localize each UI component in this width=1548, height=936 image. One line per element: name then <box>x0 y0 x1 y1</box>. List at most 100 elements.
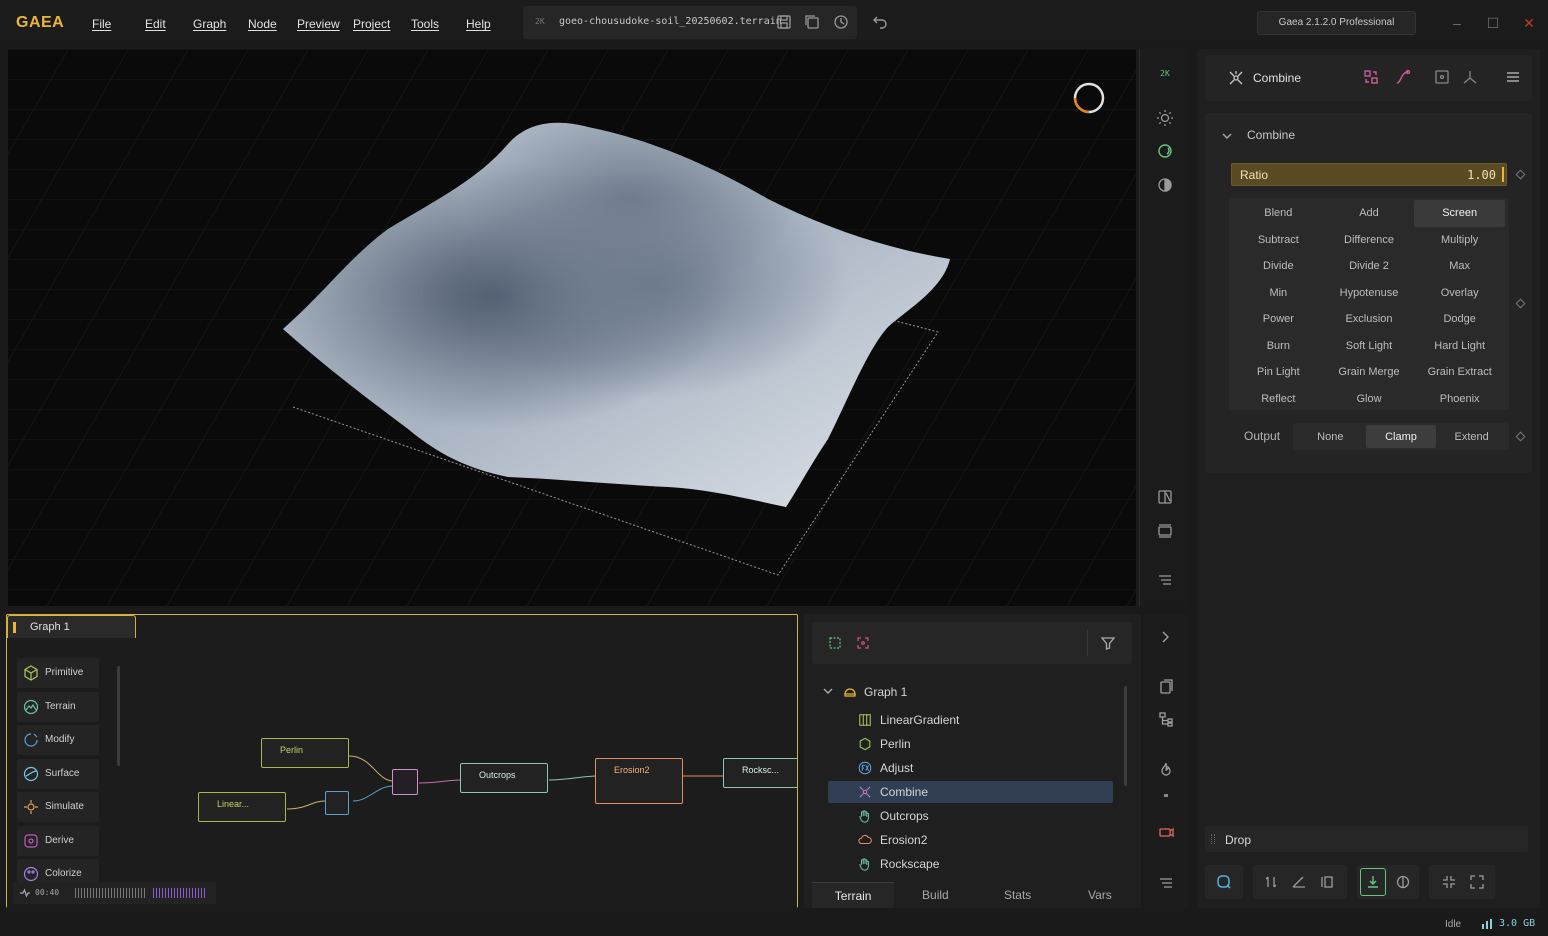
menu-tools[interactable]: Tools <box>411 17 439 31</box>
angle-icon[interactable] <box>1291 874 1307 890</box>
blend-mode-hypotenuse[interactable]: Hypotenuse <box>1324 280 1415 307</box>
blend-mode-glow[interactable]: Glow <box>1324 386 1415 413</box>
graph-node-combine[interactable] <box>392 769 418 795</box>
flip-icon[interactable] <box>1263 874 1279 890</box>
menu-preview[interactable]: Preview <box>297 17 340 31</box>
close-button[interactable]: ✕ <box>1519 13 1539 33</box>
blend-mode-dodge[interactable]: Dodge <box>1414 306 1505 333</box>
keyframe-diamond-icon[interactable] <box>1515 169 1526 180</box>
hamburger-icon[interactable] <box>1505 69 1521 85</box>
tree-item-perlin[interactable]: Perlin <box>828 733 1113 755</box>
graph-node-rockscape[interactable]: Rocksc... <box>723 758 797 788</box>
minimize-button[interactable]: – <box>1447 13 1467 33</box>
blend-mode-max[interactable]: Max <box>1414 253 1505 280</box>
blend-mode-subtract[interactable]: Subtract <box>1233 227 1324 254</box>
columns-icon[interactable] <box>1319 874 1335 890</box>
graph-canvas[interactable]: Primitive Terrain Modify Surface Simulate Der… <box>7 638 797 908</box>
blend-mode-grain-merge[interactable]: Grain Merge <box>1324 359 1415 386</box>
curve-icon[interactable] <box>1395 69 1411 85</box>
menu-edit[interactable]: Edit <box>145 17 166 31</box>
deselect-icon[interactable] <box>856 636 870 650</box>
blend-mode-overlay[interactable]: Overlay <box>1414 280 1505 307</box>
blend-mode-blend[interactable]: Blend <box>1233 200 1324 227</box>
sun-icon[interactable] <box>1156 109 1174 127</box>
undo-icon[interactable] <box>872 14 888 30</box>
tab-stats[interactable]: Stats <box>977 882 1059 908</box>
graph-node-erosion[interactable]: Erosion2 <box>595 758 683 804</box>
blend-mode-difference[interactable]: Difference <box>1324 227 1415 254</box>
export-icon[interactable] <box>1365 874 1381 890</box>
blend-mode-hard-light[interactable]: Hard Light <box>1414 333 1505 360</box>
menu-file[interactable]: File <box>92 17 111 31</box>
section-title[interactable]: Combine <box>1247 128 1295 142</box>
drag-handle-icon[interactable] <box>1211 834 1215 844</box>
menu-node[interactable]: Node <box>248 17 277 31</box>
tree-item-combine[interactable]: Combine <box>828 781 1113 803</box>
keyframe-diamond-icon[interactable] <box>1515 298 1526 309</box>
bookmark-icon[interactable] <box>1158 679 1174 695</box>
blend-mode-screen[interactable]: Screen <box>1414 200 1505 227</box>
terrain-preview[interactable] <box>8 49 1136 606</box>
swap-icon[interactable] <box>1363 69 1379 85</box>
history-icon[interactable] <box>833 14 849 30</box>
chevron-down-icon[interactable] <box>822 686 834 696</box>
blend-mode-min[interactable]: Min <box>1233 280 1324 307</box>
tab-graph-1[interactable]: Graph 1 <box>7 615 136 638</box>
shading-icon[interactable] <box>1156 176 1174 194</box>
tree-structure-icon[interactable] <box>1158 711 1174 727</box>
output-option-clamp[interactable]: Clamp <box>1365 425 1437 448</box>
blend-mode-divide[interactable]: Divide <box>1233 253 1324 280</box>
menu-graph[interactable]: Graph <box>193 17 226 31</box>
select-icon[interactable] <box>828 636 842 650</box>
outliner-scrollbar[interactable] <box>1124 686 1127 786</box>
save-copy-icon[interactable] <box>804 14 820 30</box>
preview-node-icon[interactable] <box>1434 69 1450 85</box>
blend-mode-phoenix[interactable]: Phoenix <box>1414 386 1505 413</box>
camera-icon[interactable] <box>1158 824 1174 840</box>
chevron-down-icon[interactable] <box>1221 131 1233 141</box>
tree-item-outcrops[interactable]: Outcrops <box>828 805 1113 827</box>
menu-project[interactable]: Project <box>353 17 390 31</box>
tree-item-rockscape[interactable]: Rockscape <box>828 853 1113 875</box>
blend-mode-soft-light[interactable]: Soft Light <box>1324 333 1415 360</box>
render-icon[interactable] <box>1156 142 1174 160</box>
maximize-button[interactable]: ☐ <box>1483 13 1503 33</box>
tree-root-label[interactable]: Graph 1 <box>864 685 907 699</box>
tree-item-lineargradient[interactable]: LinearGradient <box>828 709 1113 731</box>
resolution-badge[interactable]: 2K <box>1154 69 1176 78</box>
collapse-icon[interactable] <box>1441 874 1457 890</box>
graph-node-adjust[interactable] <box>325 791 349 815</box>
blend-mode-reflect[interactable]: Reflect <box>1233 386 1324 413</box>
axis-icon[interactable] <box>1462 69 1478 85</box>
keyframe-diamond-icon[interactable] <box>1515 431 1526 442</box>
blend-mode-exclusion[interactable]: Exclusion <box>1324 306 1415 333</box>
ratio-slider[interactable]: Ratio 1.00 <box>1231 163 1507 186</box>
version-badge[interactable]: Gaea 2.1.2.0 Professional <box>1257 11 1416 35</box>
tab-build[interactable]: Build <box>894 882 976 908</box>
tab-terrain[interactable]: Terrain <box>812 882 895 908</box>
blend-mode-burn[interactable]: Burn <box>1233 333 1324 360</box>
graph-node-linear-gradient[interactable]: Linear... <box>198 792 286 822</box>
output-option-extend[interactable]: Extend <box>1436 425 1507 448</box>
drop-bar[interactable]: Drop <box>1205 826 1528 852</box>
tree-item-adjust[interactable]: Adjust <box>828 757 1113 779</box>
save-icon[interactable] <box>776 14 792 30</box>
tab-vars[interactable]: Vars <box>1059 882 1141 908</box>
output-option-none[interactable]: None <box>1295 425 1366 448</box>
blend-mode-divide-2[interactable]: Divide 2 <box>1324 253 1415 280</box>
blend-mode-multiply[interactable]: Multiply <box>1414 227 1505 254</box>
graph-node-perlin[interactable]: Perlin <box>261 738 349 768</box>
blend-mode-add[interactable]: Add <box>1324 200 1415 227</box>
blend-mode-power[interactable]: Power <box>1233 306 1324 333</box>
expand-icon[interactable] <box>1469 874 1485 890</box>
split-view-icon[interactable] <box>1156 488 1174 506</box>
tree-item-erosion2[interactable]: Erosion2 <box>828 829 1113 851</box>
menu-lines-icon[interactable] <box>1156 571 1174 589</box>
menu-help[interactable]: Help <box>466 17 491 31</box>
filter-icon[interactable] <box>1100 635 1116 651</box>
contrast-icon[interactable] <box>1395 874 1411 890</box>
layout-icon[interactable] <box>1156 522 1174 540</box>
chevron-right-icon[interactable] <box>1158 630 1172 644</box>
blend-mode-pin-light[interactable]: Pin Light <box>1233 359 1324 386</box>
refresh-node-icon[interactable] <box>1216 874 1232 890</box>
